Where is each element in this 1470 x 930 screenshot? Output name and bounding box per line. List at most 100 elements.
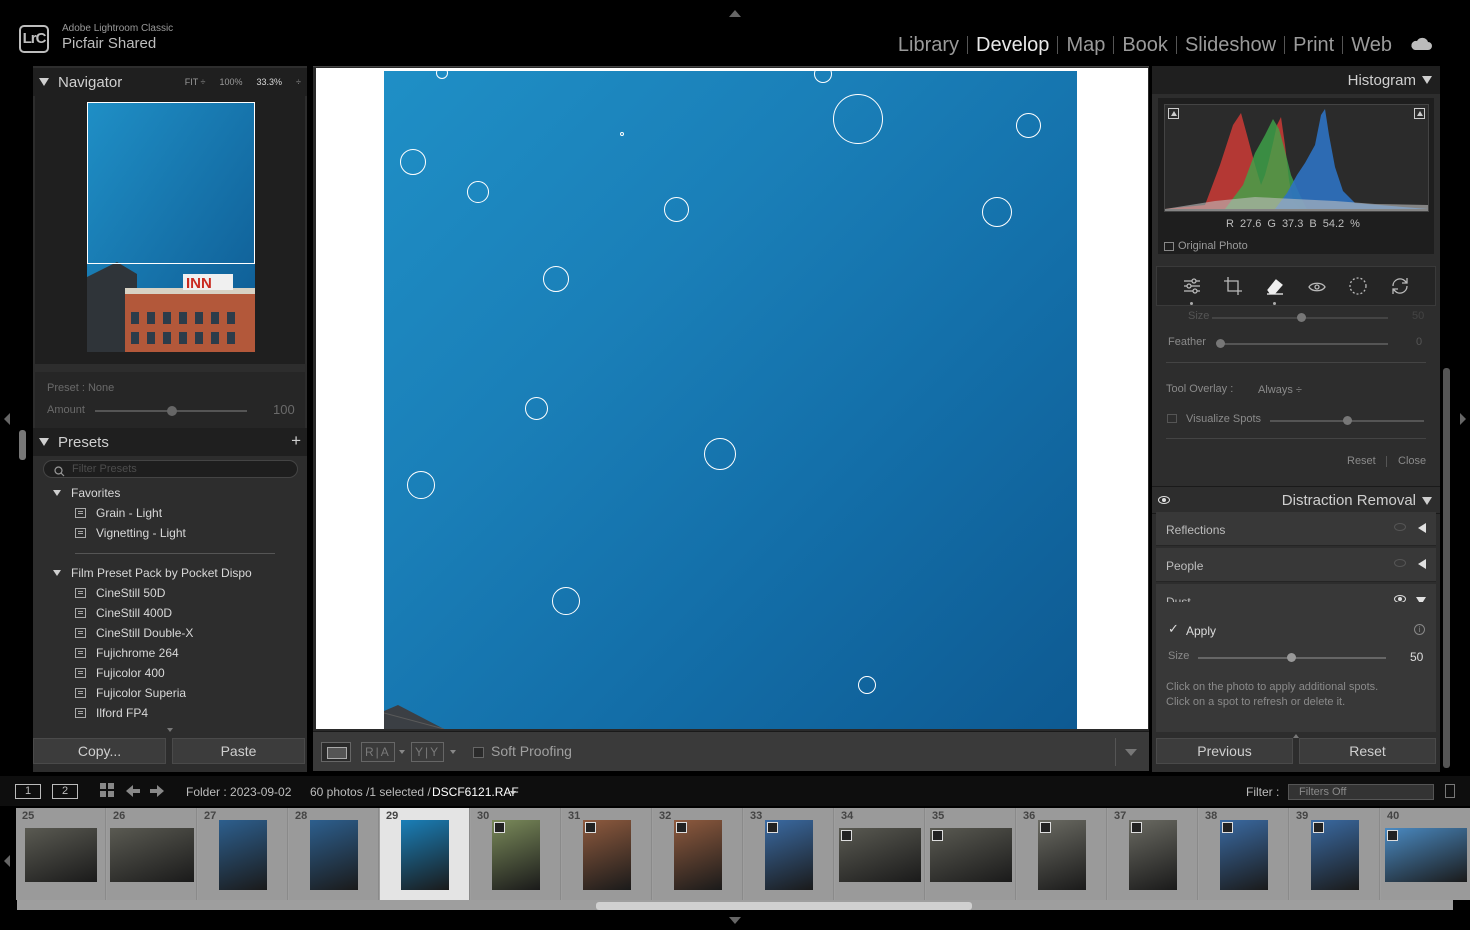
dust-spot-marker[interactable] bbox=[1015, 112, 1041, 138]
filmstrip-cell[interactable]: 27 bbox=[198, 808, 288, 900]
filmstrip-cell[interactable]: 33 bbox=[744, 808, 834, 900]
redeye-icon[interactable] bbox=[1306, 275, 1328, 297]
module-web[interactable]: Web bbox=[1343, 34, 1400, 57]
presets-header[interactable]: Presets + bbox=[33, 428, 307, 456]
dust-size-value[interactable]: 50 bbox=[1410, 650, 1423, 664]
eye-icon[interactable] bbox=[1394, 559, 1406, 567]
eye-icon[interactable] bbox=[1158, 496, 1170, 504]
folder-label[interactable]: Folder : 2023-09-02 bbox=[186, 785, 291, 799]
dust-spot-marker[interactable] bbox=[467, 181, 489, 203]
module-develop[interactable]: Develop bbox=[968, 34, 1057, 57]
group-triangle-icon[interactable] bbox=[53, 490, 61, 496]
main-photo[interactable] bbox=[384, 71, 1077, 729]
second-screen-button[interactable]: 2 bbox=[52, 784, 78, 799]
original-photo-toggle[interactable]: Original Photo bbox=[1164, 240, 1248, 252]
feather-value[interactable]: 0 bbox=[1416, 336, 1422, 348]
crop-icon[interactable] bbox=[1222, 275, 1244, 297]
main-screen-button[interactable]: 1 bbox=[15, 784, 41, 799]
dust-spot-marker[interactable] bbox=[524, 396, 548, 420]
collapse-bottom-arrow-icon[interactable] bbox=[729, 917, 741, 924]
module-print[interactable]: Print bbox=[1285, 34, 1342, 57]
zoom-current[interactable]: 33.3% bbox=[257, 77, 283, 87]
dust-spot-marker[interactable] bbox=[663, 196, 689, 222]
right-panel-scrollbar[interactable] bbox=[1443, 368, 1450, 768]
filmstrip-cell[interactable]: 37 bbox=[1108, 808, 1198, 900]
visualize-spots-knob[interactable] bbox=[1343, 416, 1352, 425]
distraction-removal-header[interactable]: Distraction Removal bbox=[1152, 486, 1440, 514]
preset-item[interactable]: Fujicolor Superia bbox=[75, 686, 186, 700]
filmstrip-cell[interactable]: 36 bbox=[1017, 808, 1107, 900]
add-preset-icon[interactable]: + bbox=[291, 431, 301, 451]
collapse-triangle-icon[interactable] bbox=[39, 78, 49, 86]
highlight-clipping-icon[interactable] bbox=[1414, 108, 1425, 119]
dust-spot-marker[interactable] bbox=[436, 71, 448, 79]
reset-button[interactable]: Reset bbox=[1299, 738, 1436, 764]
preset-item[interactable]: Fujicolor 400 bbox=[75, 666, 165, 680]
dust-spot-marker[interactable] bbox=[543, 266, 569, 292]
filmstrip-scrollbar[interactable] bbox=[596, 902, 972, 910]
apply-checkbox[interactable]: ✓ bbox=[1168, 621, 1179, 637]
before-after-yy-button[interactable]: Y|Y bbox=[411, 742, 445, 762]
collapse-right-arrow-icon[interactable] bbox=[1460, 413, 1466, 425]
dust-spot-marker[interactable] bbox=[407, 471, 435, 499]
toolbar-menu-icon[interactable] bbox=[1125, 749, 1137, 756]
filmstrip-cell[interactable]: 38 bbox=[1199, 808, 1289, 900]
dust-size-knob[interactable] bbox=[1287, 653, 1296, 662]
forward-arrow-icon[interactable] bbox=[150, 784, 164, 801]
left-panel-scrollbar[interactable] bbox=[19, 430, 26, 460]
filename-dropdown-icon[interactable] bbox=[510, 791, 516, 795]
module-slideshow[interactable]: Slideshow bbox=[1177, 34, 1284, 57]
zoom-fit[interactable]: FIT ÷ bbox=[185, 77, 206, 87]
preset-item[interactable]: Grain - Light bbox=[75, 506, 162, 520]
collapse-top-arrow-icon[interactable] bbox=[729, 10, 741, 17]
expand-triangle-icon[interactable] bbox=[1418, 559, 1426, 569]
filmstrip-cell[interactable]: 39 bbox=[1290, 808, 1380, 900]
dust-spot-marker[interactable] bbox=[833, 94, 883, 144]
preset-item[interactable]: Fujichrome 264 bbox=[75, 646, 179, 660]
rotate-icon[interactable] bbox=[1389, 275, 1411, 297]
copy-button[interactable]: Copy... bbox=[33, 738, 166, 764]
grid-icon[interactable] bbox=[100, 783, 115, 801]
expand-triangle-icon[interactable] bbox=[1418, 523, 1426, 533]
people-row[interactable]: People bbox=[1156, 548, 1436, 582]
filmstrip-cell[interactable]: 35 bbox=[926, 808, 1016, 900]
tool-overlay-select[interactable]: Always ÷ bbox=[1258, 384, 1302, 396]
filmstrip-cell[interactable]: 30 bbox=[471, 808, 561, 900]
paste-button[interactable]: Paste bbox=[172, 738, 305, 764]
info-icon[interactable]: i bbox=[1414, 624, 1425, 635]
module-library[interactable]: Library bbox=[890, 34, 967, 57]
filmstrip-cell[interactable]: 28 bbox=[289, 808, 379, 900]
filmstrip-cell[interactable]: 26 bbox=[107, 808, 197, 900]
filmstrip-cell[interactable]: 31 bbox=[562, 808, 652, 900]
preset-group[interactable]: Favorites bbox=[53, 486, 120, 500]
shadow-clipping-icon[interactable] bbox=[1168, 108, 1179, 119]
dust-spot-marker[interactable] bbox=[858, 676, 876, 694]
soft-proofing-checkbox[interactable] bbox=[473, 747, 484, 758]
amount-value[interactable]: 100 bbox=[273, 402, 295, 417]
module-map[interactable]: Map bbox=[1058, 34, 1113, 57]
filter-lock-icon[interactable] bbox=[1445, 784, 1455, 798]
dropdown-icon[interactable] bbox=[399, 750, 405, 754]
eye-icon[interactable] bbox=[1394, 523, 1406, 531]
group-triangle-icon[interactable] bbox=[53, 570, 61, 576]
preset-group[interactable]: Film Preset Pack by Pocket Dispo bbox=[53, 566, 252, 580]
filmstrip-cell[interactable]: 29 bbox=[380, 808, 470, 900]
dust-spot-marker[interactable] bbox=[400, 149, 426, 175]
filmstrip-cell[interactable]: 40 bbox=[1381, 808, 1470, 900]
size-value[interactable]: 50 bbox=[1412, 310, 1424, 322]
histogram-graph[interactable] bbox=[1164, 104, 1429, 212]
navigator-header[interactable]: Navigator FIT ÷ 100% 33.3% ÷ bbox=[33, 68, 307, 96]
preset-filter-input[interactable]: Filter Presets bbox=[43, 460, 298, 478]
filter-select[interactable]: Filters Off bbox=[1288, 784, 1434, 800]
module-book[interactable]: Book bbox=[1114, 34, 1176, 57]
dust-spot-marker[interactable] bbox=[982, 197, 1012, 227]
collapse-triangle-icon[interactable] bbox=[39, 438, 49, 446]
previous-button[interactable]: Previous bbox=[1156, 738, 1293, 764]
selected-filename[interactable]: DSCF6121.RAF bbox=[432, 785, 519, 799]
mask-icon[interactable] bbox=[1347, 275, 1369, 297]
feather-slider[interactable] bbox=[1220, 343, 1388, 345]
sliders-icon[interactable] bbox=[1181, 275, 1203, 305]
preset-item[interactable]: Vignetting - Light bbox=[75, 526, 186, 540]
zoom-stepper-icon[interactable]: ÷ bbox=[296, 77, 301, 87]
collapse-left-arrow-icon[interactable] bbox=[4, 413, 10, 425]
